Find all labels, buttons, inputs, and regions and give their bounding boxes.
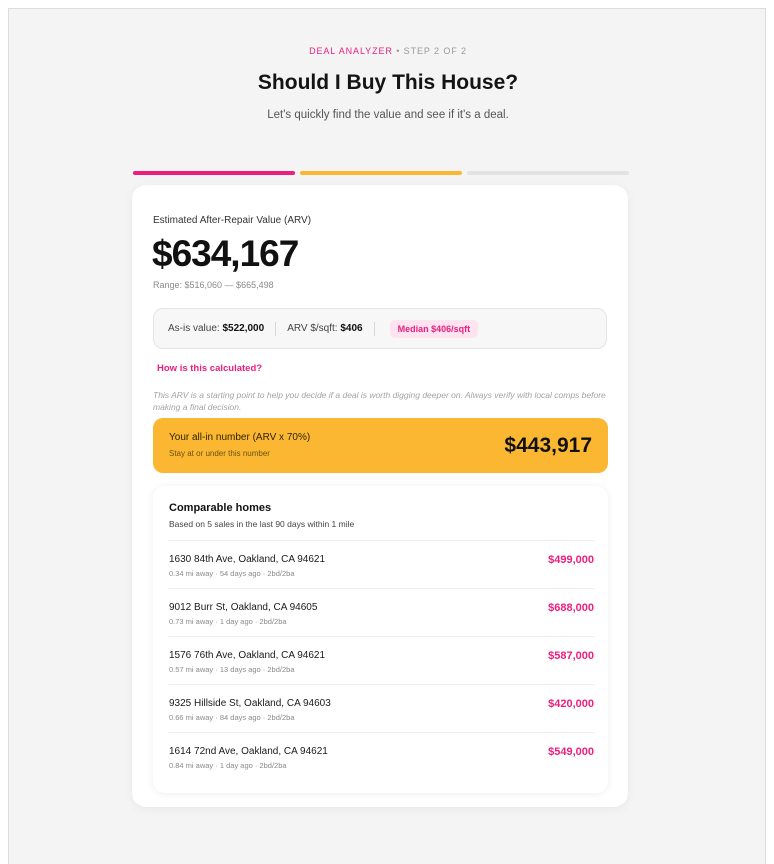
arv-sqft-label: ARV $/sqft: bbox=[287, 323, 338, 334]
comps-list: 1630 84th Ave, Oakland, CA 94621 0.34 mi… bbox=[169, 540, 594, 780]
comp-meta: 0.34 mi away · 54 days ago · 2bd/2ba bbox=[169, 569, 295, 578]
page-frame: DEAL ANALYZER • STEP 2 OF 2 Should I Buy… bbox=[8, 8, 766, 864]
comps-subtitle: Based on 5 sales in the last 90 days wit… bbox=[169, 519, 355, 529]
comp-row[interactable]: 1630 84th Ave, Oakland, CA 94621 0.34 mi… bbox=[169, 540, 594, 588]
page-title: Should I Buy This House? bbox=[257, 71, 519, 94]
stat-divider bbox=[373, 321, 375, 336]
step-eyebrow: DEAL ANALYZER • STEP 2 OF 2 bbox=[9, 46, 767, 56]
comparable-homes-panel: Comparable homes Based on 5 sales in the… bbox=[153, 486, 608, 793]
comp-price: $688,000 bbox=[548, 602, 594, 614]
comp-meta: 0.57 mi away · 13 days ago · 2bd/2ba bbox=[169, 665, 295, 674]
step-progress-bar bbox=[133, 171, 629, 175]
comp-price: $499,000 bbox=[548, 554, 594, 566]
progress-segment-3 bbox=[467, 171, 629, 175]
all-in-value: $443,917 bbox=[504, 434, 592, 457]
all-in-subtext: Stay at or under this number bbox=[169, 449, 270, 458]
comp-row[interactable]: 1576 76th Ave, Oakland, CA 94621 0.57 mi… bbox=[169, 636, 594, 684]
median-badge: Median $406/sqft bbox=[389, 319, 479, 338]
stat-divider bbox=[275, 321, 277, 336]
results-card: Estimated After-Repair Value (ARV) $634,… bbox=[132, 185, 628, 807]
arv-value: $634,167 bbox=[152, 233, 299, 274]
how-calculated-link[interactable]: How is this calculated? bbox=[157, 363, 262, 374]
comp-row[interactable]: 9012 Burr St, Oakland, CA 94605 0.73 mi … bbox=[169, 588, 594, 636]
page-subtitle: Let's quickly find the value and see if … bbox=[267, 109, 509, 121]
comp-price: $587,000 bbox=[548, 650, 594, 662]
comp-address: 1630 84th Ave, Oakland, CA 94621 bbox=[169, 554, 326, 565]
comps-title: Comparable homes bbox=[169, 502, 272, 514]
all-in-panel: Your all-in number (ARV x 70%) Stay at o… bbox=[153, 418, 608, 473]
comp-address: 1614 72nd Ave, Oakland, CA 94621 bbox=[169, 746, 328, 757]
comp-address: 9012 Burr St, Oakland, CA 94605 bbox=[169, 602, 318, 613]
comp-row[interactable]: 9325 Hillside St, Oakland, CA 94603 0.66… bbox=[169, 684, 594, 732]
as-is-label: As-is value: bbox=[168, 323, 220, 334]
progress-segment-2 bbox=[300, 171, 462, 175]
comp-price: $420,000 bbox=[548, 698, 594, 710]
comp-price: $549,000 bbox=[548, 746, 594, 758]
arv-range: Range: $516,060 — $665,498 bbox=[153, 280, 274, 290]
arv-disclaimer: This ARV is a starting point to help you… bbox=[153, 390, 606, 412]
eyebrow-separator: • bbox=[396, 46, 401, 56]
all-in-label: Your all-in number (ARV x 70%) bbox=[169, 432, 311, 443]
eyebrow-step: STEP 2 OF 2 bbox=[403, 46, 467, 56]
comp-meta: 0.73 mi away · 1 day ago · 2bd/2ba bbox=[169, 617, 287, 626]
stats-summary: As-is value: $522,000 ARV $/sqft: $406 M… bbox=[153, 308, 607, 349]
progress-segment-1 bbox=[133, 171, 295, 175]
as-is-value: $522,000 bbox=[222, 323, 265, 334]
comp-address: 9325 Hillside St, Oakland, CA 94603 bbox=[169, 698, 331, 709]
arv-label: Estimated After-Repair Value (ARV) bbox=[153, 215, 312, 226]
comp-row[interactable]: 1614 72nd Ave, Oakland, CA 94621 0.84 mi… bbox=[169, 732, 594, 780]
comp-meta: 0.84 mi away · 1 day ago · 2bd/2ba bbox=[169, 761, 287, 770]
arv-sqft-value: $406 bbox=[340, 323, 363, 334]
comp-meta: 0.66 mi away · 84 days ago · 2bd/2ba bbox=[169, 713, 295, 722]
eyebrow-app-name: DEAL ANALYZER bbox=[309, 46, 393, 56]
comp-address: 1576 76th Ave, Oakland, CA 94621 bbox=[169, 650, 326, 661]
